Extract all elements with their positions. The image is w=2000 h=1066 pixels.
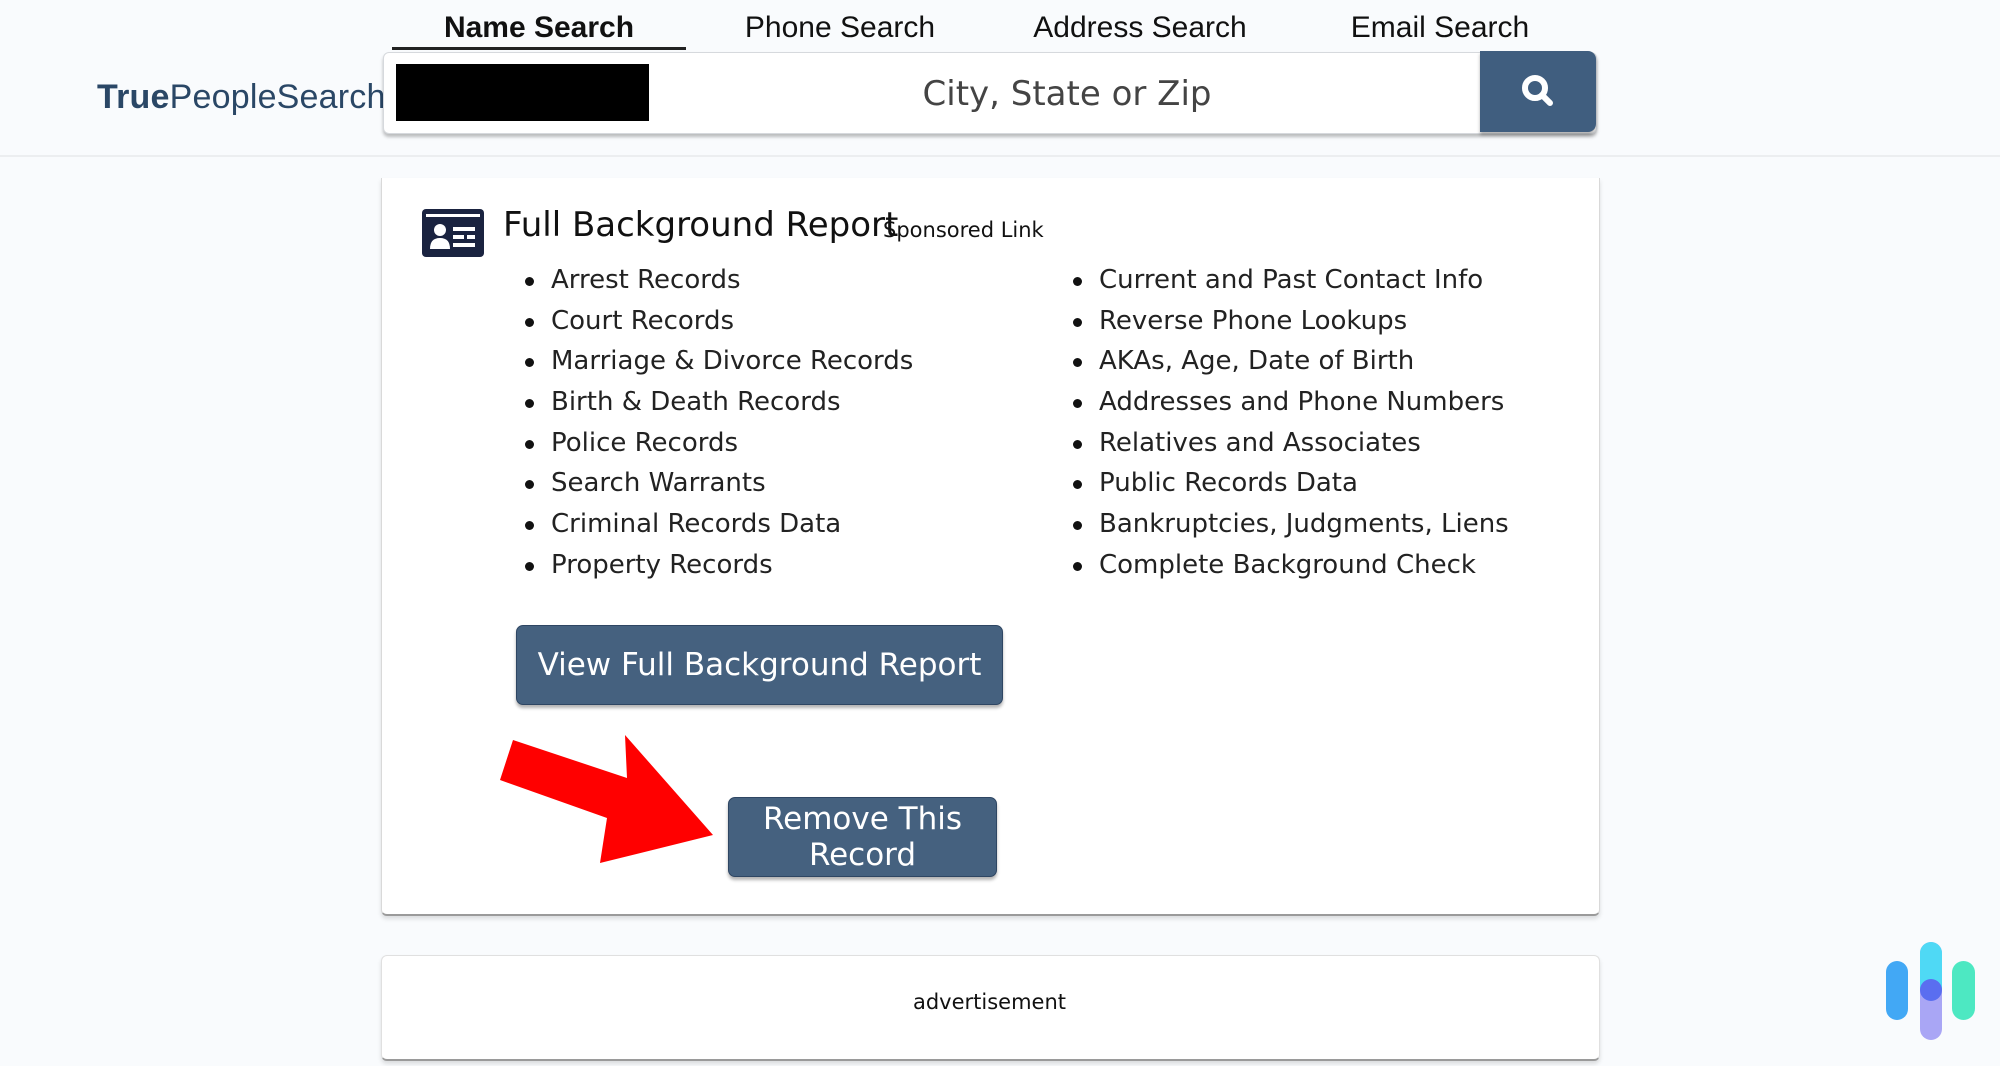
right-feature-list: Current and Past Contact Info Reverse Ph…	[1066, 260, 1509, 586]
tab-phone-search[interactable]: Phone Search	[690, 8, 990, 48]
list-item: AKAs, Age, Date of Birth	[1066, 341, 1509, 382]
list-item: Marriage & Divorce Records	[518, 341, 913, 382]
list-item: Reverse Phone Lookups	[1066, 301, 1509, 342]
list-item-label: Current and Past Contact Info	[1099, 265, 1484, 295]
list-item: Search Warrants	[518, 463, 913, 504]
tab-email-search[interactable]: Email Search	[1290, 8, 1590, 48]
list-item-label: Addresses and Phone Numbers	[1099, 387, 1505, 418]
bullet-icon	[525, 521, 534, 531]
list-item-label: Marriage & Divorce Records	[551, 346, 914, 377]
bullet-icon	[1073, 521, 1082, 531]
list-item-label: Reverse Phone Lookups	[1099, 305, 1408, 336]
list-item: Property Records	[518, 545, 913, 586]
advertisement-label: advertisement	[912, 990, 1067, 1014]
list-item-label: Relatives and Associates	[1099, 427, 1421, 458]
header-divider	[0, 155, 2000, 157]
list-item-label: Bankruptcies, Judgments, Liens	[1099, 509, 1509, 540]
bullet-icon	[1073, 399, 1082, 409]
list-item-label: Birth & Death Records	[551, 387, 841, 418]
bullet-icon	[1073, 277, 1082, 286]
location-input[interactable]	[660, 60, 1474, 128]
bullet-icon	[1073, 561, 1082, 571]
view-full-report-button[interactable]: View Full Background Report	[516, 625, 1003, 705]
list-item: Addresses and Phone Numbers	[1066, 382, 1509, 423]
brand-watermark-icon	[1886, 942, 1975, 1040]
active-tab-underline	[392, 47, 686, 50]
list-item-label: Arrest Records	[551, 265, 741, 295]
sponsored-link-label[interactable]: Sponsored Link	[883, 218, 1044, 242]
remove-record-button[interactable]: Remove This Record	[728, 797, 997, 877]
list-item: Court Records	[518, 301, 913, 342]
bullet-icon	[1073, 439, 1082, 449]
list-item: Police Records	[518, 423, 913, 464]
tab-name-search[interactable]: Name Search	[392, 8, 686, 48]
bullet-icon	[1073, 480, 1082, 490]
search-button[interactable]	[1480, 51, 1596, 132]
bullet-icon	[1073, 317, 1082, 327]
card-title: Full Background Report	[503, 205, 899, 245]
bullet-icon	[525, 358, 534, 368]
list-item: Criminal Records Data	[518, 504, 913, 545]
left-feature-list: Arrest Records Court Records Marriage & …	[518, 260, 913, 586]
bullet-icon	[525, 561, 534, 571]
list-item-label: Court Records	[551, 305, 735, 336]
list-item: Complete Background Check	[1066, 545, 1509, 586]
name-input-redacted[interactable]	[396, 64, 649, 121]
site-logo[interactable]: TruePeopleSearch	[97, 78, 386, 117]
list-item: Public Records Data	[1066, 463, 1509, 504]
list-item: Relatives and Associates	[1066, 423, 1509, 464]
tab-address-search[interactable]: Address Search	[990, 8, 1290, 48]
list-item-label: Criminal Records Data	[551, 509, 842, 540]
list-item-label: Public Records Data	[1099, 468, 1358, 499]
bullet-icon	[525, 317, 534, 327]
red-arrow-annotation	[500, 735, 713, 863]
list-item: Birth & Death Records	[518, 382, 913, 423]
list-item-label: Complete Background Check	[1099, 549, 1476, 580]
logo-rest-text: PeopleSearch	[169, 78, 386, 116]
bullet-icon	[1073, 358, 1082, 368]
list-item-label: AKAs, Age, Date of Birth	[1099, 346, 1415, 377]
search-icon	[1522, 75, 1553, 106]
list-item-label: Search Warrants	[551, 468, 766, 499]
id-card-icon	[422, 209, 484, 257]
bullet-icon	[525, 439, 534, 449]
list-item: Bankruptcies, Judgments, Liens	[1066, 504, 1509, 545]
logo-bold-text: True	[97, 78, 170, 116]
bullet-icon	[525, 480, 534, 490]
bullet-icon	[525, 399, 534, 409]
list-item: Current and Past Contact Info	[1066, 260, 1509, 301]
list-item: Arrest Records	[518, 260, 913, 301]
list-item-label: Police Records	[551, 427, 739, 458]
list-item-label: Property Records	[551, 549, 773, 580]
bullet-icon	[525, 277, 534, 286]
